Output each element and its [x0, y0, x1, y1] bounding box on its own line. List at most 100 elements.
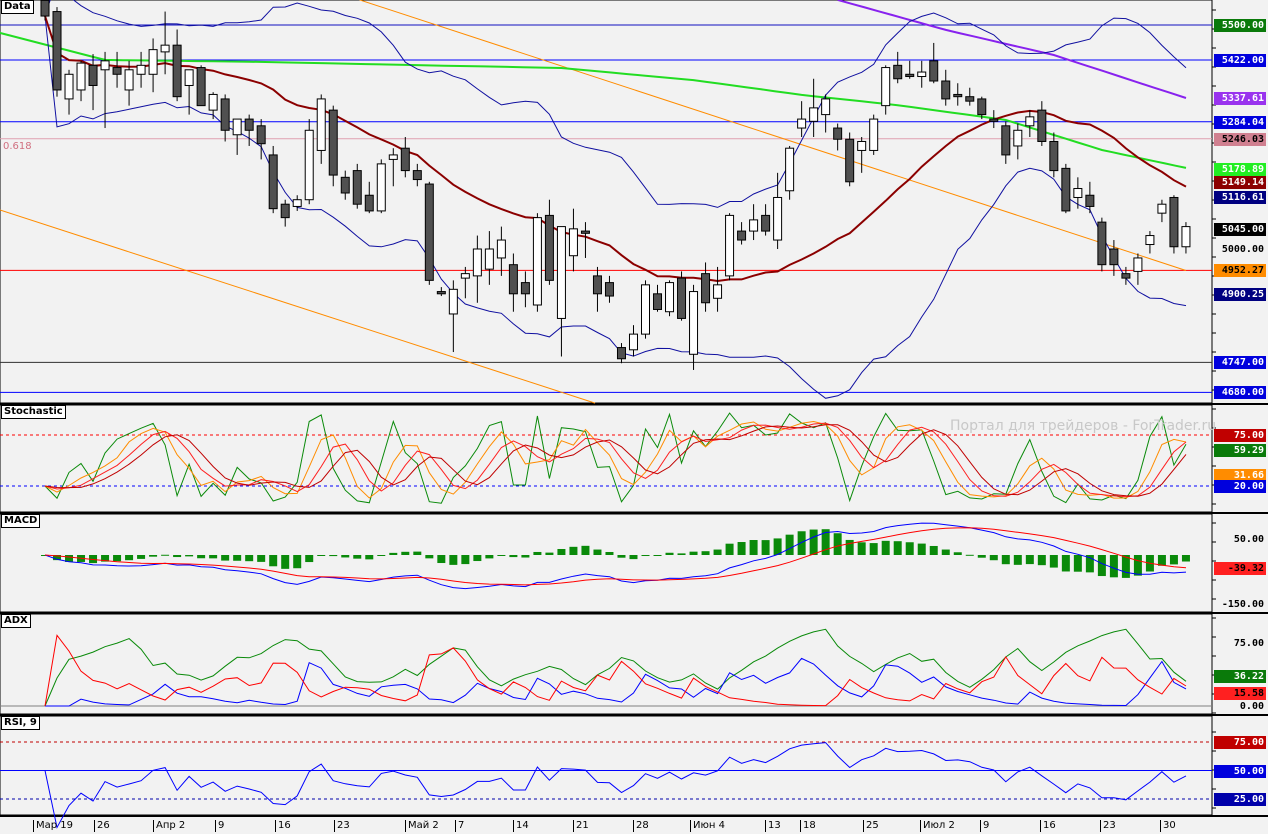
date-axis-label: 14 [513, 820, 529, 832]
macd-histogram-bar [209, 555, 218, 559]
macd-histogram-bar [845, 539, 854, 555]
macd-histogram-bar [449, 555, 458, 565]
macd-histogram-bar [725, 543, 734, 555]
macd-histogram-bar [161, 554, 170, 556]
macd-tags-label: -39.32 [1214, 561, 1266, 575]
macd-histogram-bar [125, 555, 134, 561]
macd-histogram-bar [605, 551, 614, 555]
candle-body [40, 0, 50, 17]
candle-body [220, 98, 230, 131]
price-tags-label: 4900.25 [1214, 287, 1266, 301]
macd-histogram-bar [749, 540, 758, 555]
macd-histogram-bar [989, 555, 998, 561]
candle-body [1073, 188, 1083, 198]
candle-body [833, 127, 843, 140]
macd-histogram-bar [377, 555, 386, 556]
adx-panel-title: ADX [1, 614, 31, 628]
macd-histogram-bar [641, 555, 650, 557]
macd-histogram-bar [317, 555, 326, 556]
macd-histogram-bar [785, 534, 794, 555]
candle-body [352, 170, 362, 205]
date-axis-label: 26 [94, 820, 110, 832]
macd-histogram-bar [881, 540, 890, 555]
macd-histogram-bar [713, 549, 722, 555]
candle-body [1037, 109, 1047, 142]
chart-canvas[interactable] [0, 0, 1268, 834]
date-axis-label: Мар 19 [33, 820, 73, 832]
macd-histogram-bar [533, 551, 542, 555]
macd-histogram-bar [593, 549, 602, 555]
macd-histogram-bar [473, 555, 482, 562]
candle-body [292, 199, 302, 207]
candle-body [400, 147, 410, 172]
macd-histogram-bar [737, 542, 746, 555]
macd-histogram-bar [461, 555, 470, 565]
date-axis-label: 7 [455, 820, 464, 832]
candle-body [196, 67, 206, 107]
macd-histogram-bar [269, 555, 278, 567]
price-tags-label: 5178.89 [1214, 162, 1266, 176]
macd-histogram-bar [341, 555, 350, 558]
macd-histogram-bar [1037, 555, 1046, 566]
candle-body [785, 147, 795, 192]
macd-histogram-bar [1049, 555, 1058, 568]
macd-histogram-bar [1169, 555, 1178, 565]
candle-body [328, 109, 338, 176]
macd-histogram-bar [245, 555, 254, 562]
candle-body [1145, 235, 1155, 246]
candle-body [172, 44, 182, 98]
macd-histogram-bar [809, 529, 818, 555]
candle-body [905, 73, 915, 78]
candle-body [641, 284, 650, 335]
candle-body [580, 230, 590, 234]
candle-body [160, 44, 170, 53]
adx-tags-label: 36.22 [1214, 669, 1266, 683]
candle-body [797, 118, 807, 129]
candle-body [1097, 221, 1107, 266]
macd-histogram-bar [221, 555, 230, 561]
candle-body [677, 277, 687, 319]
adx-tags-label: 15.58 [1214, 686, 1266, 700]
candle-body [112, 67, 122, 75]
date-axis-label: 16 [1040, 820, 1056, 832]
macd-histogram-bar [401, 551, 410, 555]
macd-histogram-bar [1157, 555, 1166, 566]
macd-histogram-bar [437, 555, 446, 564]
macd-histogram-bar [353, 555, 362, 559]
candle-body [316, 98, 326, 151]
macd-histogram-bar [305, 555, 314, 563]
stoch-tags-label: 75.00 [1214, 428, 1266, 442]
candle-body [773, 196, 783, 241]
macd-histogram-bar [917, 543, 926, 555]
adx-tags-label: 75.00 [1233, 638, 1264, 649]
candle-body [100, 60, 110, 71]
macd-histogram-bar [1181, 555, 1190, 562]
macd-histogram-bar [689, 551, 698, 555]
candle-body [592, 275, 602, 295]
macd-histogram-bar [389, 552, 398, 555]
candle-body [737, 230, 747, 241]
date-axis-label: 13 [765, 820, 781, 832]
candle-body [388, 154, 398, 160]
candle-body [496, 239, 506, 259]
macd-histogram-bar [281, 555, 290, 569]
date-axis-label: Апр 2 [153, 820, 185, 832]
date-axis-label: 9 [215, 820, 224, 832]
candle-body [484, 248, 494, 270]
macd-panel-title: MACD [1, 514, 41, 528]
rsi-panel-title: RSI, 9 [1, 716, 40, 730]
macd-histogram-bar [257, 555, 266, 562]
price-tags-label: 5149.14 [1214, 176, 1266, 190]
macd-histogram-bar [113, 555, 122, 562]
macd-histogram-bar [293, 555, 302, 569]
candle-body [977, 98, 987, 116]
candle-body [244, 118, 254, 131]
date-axis-label: Май 2 [405, 820, 439, 832]
date-axis-label: 9 [980, 820, 989, 832]
candle-body [520, 282, 530, 295]
price-tags-label: 5422.00 [1214, 53, 1266, 67]
candle-body [364, 194, 374, 212]
candle-body [268, 154, 278, 210]
main-panel-title: Data [1, 0, 34, 14]
candle-body [52, 11, 62, 91]
